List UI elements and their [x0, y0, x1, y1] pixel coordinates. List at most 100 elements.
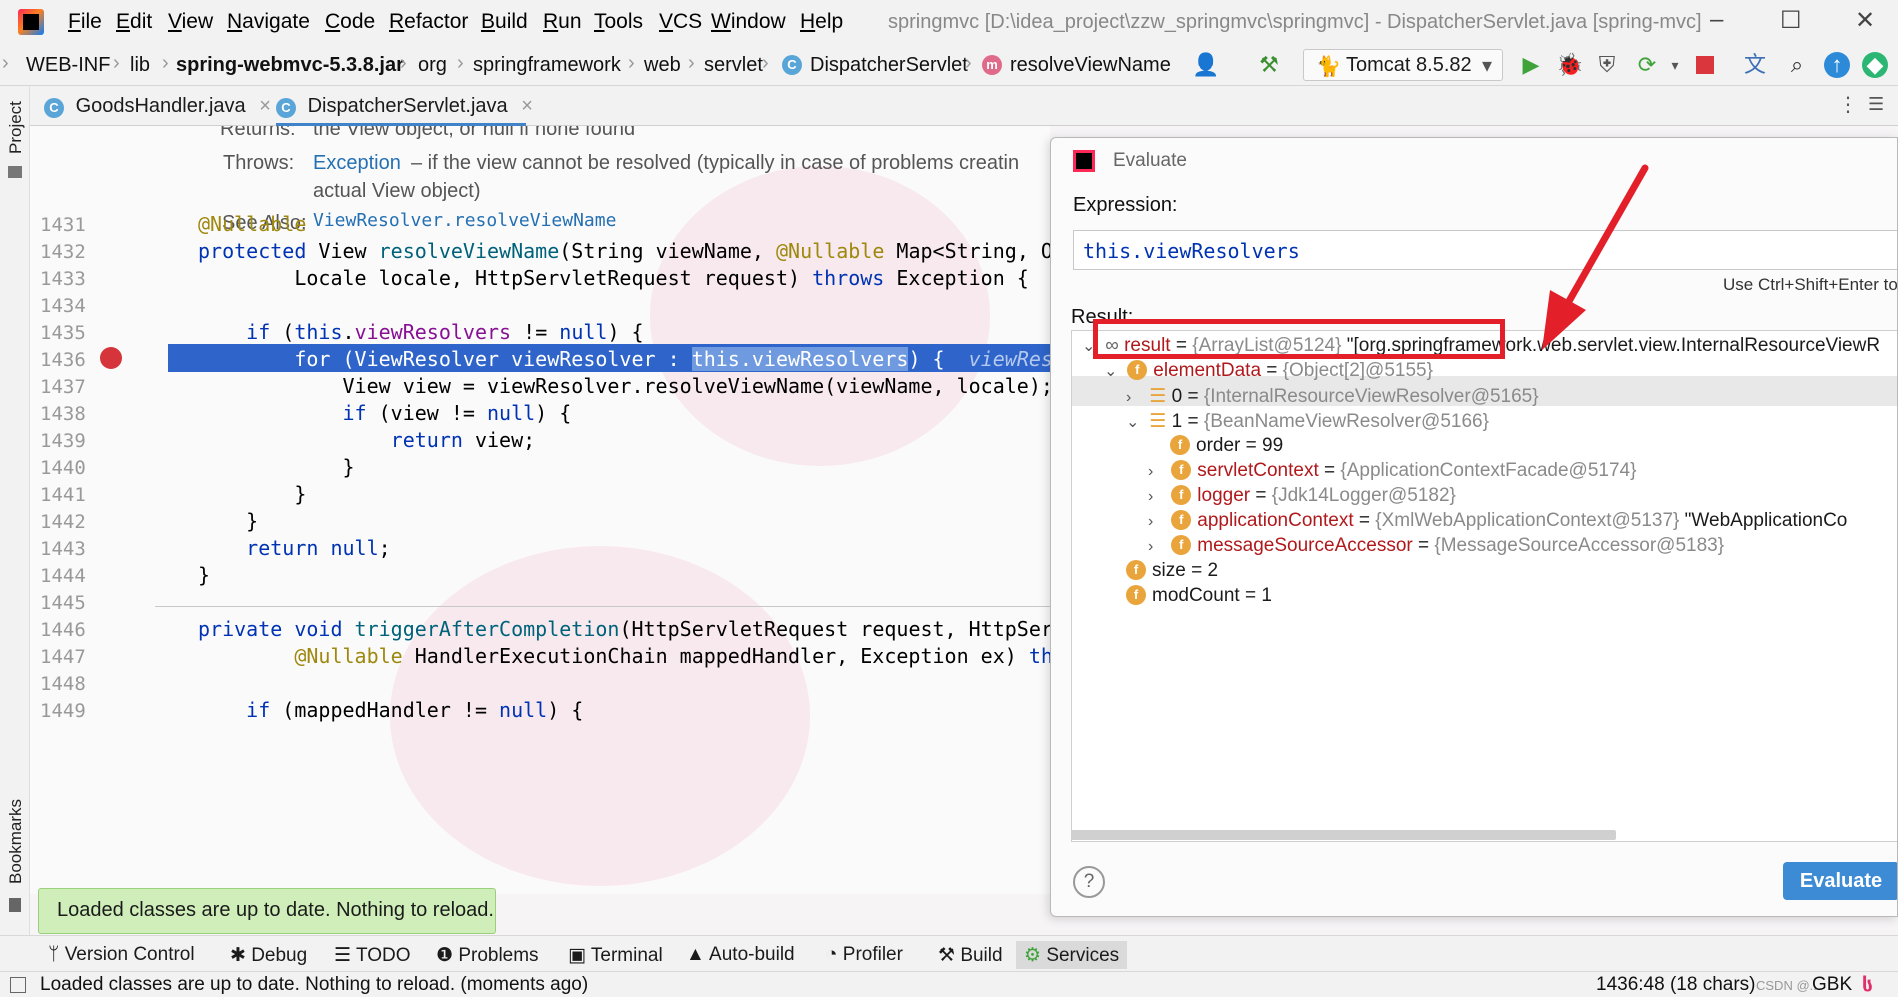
- coverage-icon[interactable]: ⛨: [1594, 52, 1620, 78]
- tool-auto-build[interactable]: ▲ Auto-build: [678, 941, 803, 969]
- menu-build[interactable]: Build: [481, 10, 528, 34]
- bookmarks-tool-button[interactable]: Bookmarks: [6, 799, 26, 884]
- plugin-icon[interactable]: ◆: [1862, 52, 1888, 78]
- menu-file[interactable]: File: [68, 10, 102, 34]
- chevron-right-icon[interactable]: ›: [1148, 488, 1166, 506]
- reload-notification[interactable]: Loaded classes are up to date. Nothing t…: [38, 888, 496, 934]
- line-number: 1431: [40, 214, 86, 236]
- intellij-logo-icon: [1073, 150, 1095, 172]
- var-name: logger: [1197, 485, 1251, 506]
- chevron-right-icon[interactable]: ›: [1126, 389, 1144, 407]
- keyword: this: [294, 320, 343, 344]
- var-name-value: modCount = 1: [1152, 585, 1272, 606]
- search-icon[interactable]: ⌕: [1784, 52, 1810, 78]
- close-tab-icon[interactable]: ×: [259, 95, 271, 117]
- breadcrumb-dispatcherservlet[interactable]: DispatcherServlet: [810, 54, 968, 77]
- file-encoding[interactable]: GBK: [1812, 974, 1852, 996]
- tab-dispatcherservlet[interactable]: C DispatcherServlet.java ×: [276, 86, 533, 126]
- hammer-build-icon[interactable]: ⚒: [1256, 52, 1282, 78]
- tool-build[interactable]: ⚒ Build: [930, 941, 1011, 969]
- chevron-down-icon[interactable]: ⌄: [1126, 412, 1144, 432]
- expression-input[interactable]: this.viewResolvers: [1073, 230, 1897, 270]
- close-tab-icon[interactable]: ×: [521, 95, 533, 117]
- keyword: null: [330, 536, 379, 560]
- services-icon: ⚙: [1024, 945, 1047, 966]
- tool-label: Auto-build: [709, 944, 795, 965]
- hammer-icon: ⚒: [938, 945, 961, 966]
- breadcrumb-org[interactable]: org: [418, 54, 447, 77]
- menu-vcs[interactable]: VCS: [659, 10, 702, 34]
- class-icon: C: [44, 98, 64, 118]
- menu-view[interactable]: View: [168, 10, 213, 34]
- layout-icon[interactable]: [10, 977, 26, 993]
- menu-help[interactable]: Help: [800, 10, 843, 34]
- tool-profiler[interactable]: ◔ Profiler: [818, 941, 911, 969]
- chevron-right-icon: ›: [688, 52, 695, 74]
- chevron-down-icon[interactable]: ▾: [1662, 52, 1688, 78]
- breadcrumb-lib[interactable]: lib: [130, 54, 150, 77]
- debug-icon[interactable]: 🐞: [1556, 52, 1583, 78]
- tool-todo[interactable]: ☰ TODO: [326, 941, 419, 969]
- evaluate-button[interactable]: Evaluate: [1783, 862, 1897, 900]
- code-editor[interactable]: Returns: the View object, or null if non…: [30, 126, 1050, 894]
- code-line-1442: }: [198, 509, 258, 533]
- breadcrumb-web-inf[interactable]: WEB-INF: [26, 54, 110, 77]
- tree-row-modcount[interactable]: f modCount = 1: [1126, 585, 1272, 615]
- close-window-button[interactable]: ✕: [1855, 6, 1875, 35]
- result-tree[interactable]: ⌄ ∞ result = {ArrayList@5124} "[org.spri…: [1071, 330, 1897, 842]
- stop-icon[interactable]: [1696, 56, 1714, 74]
- maximize-button[interactable]: ☐: [1780, 6, 1802, 35]
- line-number: 1443: [40, 538, 86, 560]
- user-icon[interactable]: 👤: [1192, 52, 1219, 78]
- list-icon: ☰: [334, 945, 356, 966]
- line-number: 1436: [40, 349, 86, 371]
- caret-position[interactable]: 1436:48 (18 chars): [1596, 974, 1756, 996]
- tool-problems[interactable]: ❶ Problems: [428, 941, 547, 969]
- status-message[interactable]: Loaded classes are up to date. Nothing t…: [40, 974, 588, 996]
- run-icon[interactable]: ▶: [1518, 52, 1544, 78]
- project-tool-button[interactable]: Project: [6, 101, 26, 154]
- line-number: 1437: [40, 376, 86, 398]
- breadcrumb-resolveviewname[interactable]: resolveViewName: [1010, 54, 1171, 77]
- chevron-right-icon[interactable]: ›: [1148, 538, 1166, 556]
- breadcrumb-web[interactable]: web: [644, 54, 681, 77]
- menu-edit[interactable]: Edit: [116, 10, 152, 34]
- profile-icon[interactable]: ⟳: [1634, 52, 1660, 78]
- tool-debug[interactable]: ✱ Debug: [222, 941, 315, 969]
- plugin-status-icon[interactable]: ს: [1862, 974, 1873, 997]
- horizontal-scrollbar[interactable]: [1071, 830, 1616, 840]
- tool-services[interactable]: ⚙ Services: [1016, 941, 1128, 969]
- minimize-button[interactable]: –: [1710, 6, 1723, 34]
- code-text: ) {: [535, 401, 572, 425]
- selected-text[interactable]: this.viewResolvers: [691, 347, 909, 371]
- menu-refactor[interactable]: Refactor: [389, 10, 468, 34]
- breadcrumb-jar[interactable]: spring-webmvc-5.3.8.jar: [176, 54, 404, 77]
- more-vertical-icon[interactable]: ⋮: [1838, 92, 1858, 117]
- translate-icon[interactable]: 文: [1742, 52, 1768, 78]
- run-configuration-select[interactable]: 🐈 Tomcat 8.5.82 ▾: [1303, 49, 1503, 81]
- menu-window[interactable]: Window: [711, 10, 786, 34]
- chevron-right-icon[interactable]: ›: [1148, 513, 1166, 531]
- breakpoint-icon[interactable]: [100, 347, 122, 369]
- menu-navigate[interactable]: Navigate: [227, 10, 310, 34]
- update-icon[interactable]: ↑: [1824, 52, 1850, 78]
- menu-run[interactable]: Run: [543, 10, 582, 34]
- code-text: }: [198, 455, 355, 479]
- help-button[interactable]: ?: [1073, 866, 1105, 898]
- menu-tools[interactable]: Tools: [594, 10, 643, 34]
- equals: =: [1353, 510, 1376, 531]
- breadcrumb-springframework[interactable]: springframework: [473, 54, 621, 77]
- tree-row-messagesourceaccessor[interactable]: › f messageSourceAccessor = {MessageSourc…: [1148, 535, 1724, 565]
- doc-throws-link[interactable]: Exception: [313, 152, 401, 175]
- tool-terminal[interactable]: ▣ Terminal: [560, 941, 671, 969]
- chevron-down-icon[interactable]: ⌄: [1104, 361, 1122, 381]
- tool-version-control[interactable]: ᛘ Version Control: [40, 941, 203, 969]
- field-icon: f: [1171, 535, 1192, 555]
- chevron-down-icon: ▾: [1482, 55, 1493, 77]
- breadcrumb-servlet[interactable]: servlet: [704, 54, 763, 77]
- menu-code[interactable]: Code: [325, 10, 375, 34]
- database-icon[interactable]: ☰: [1868, 94, 1884, 115]
- tab-goodshandler[interactable]: C GoodsHandler.java ×: [44, 86, 271, 126]
- chevron-right-icon[interactable]: ›: [1148, 463, 1166, 481]
- doc-see-link[interactable]: ViewResolver.resolveViewName: [313, 210, 616, 231]
